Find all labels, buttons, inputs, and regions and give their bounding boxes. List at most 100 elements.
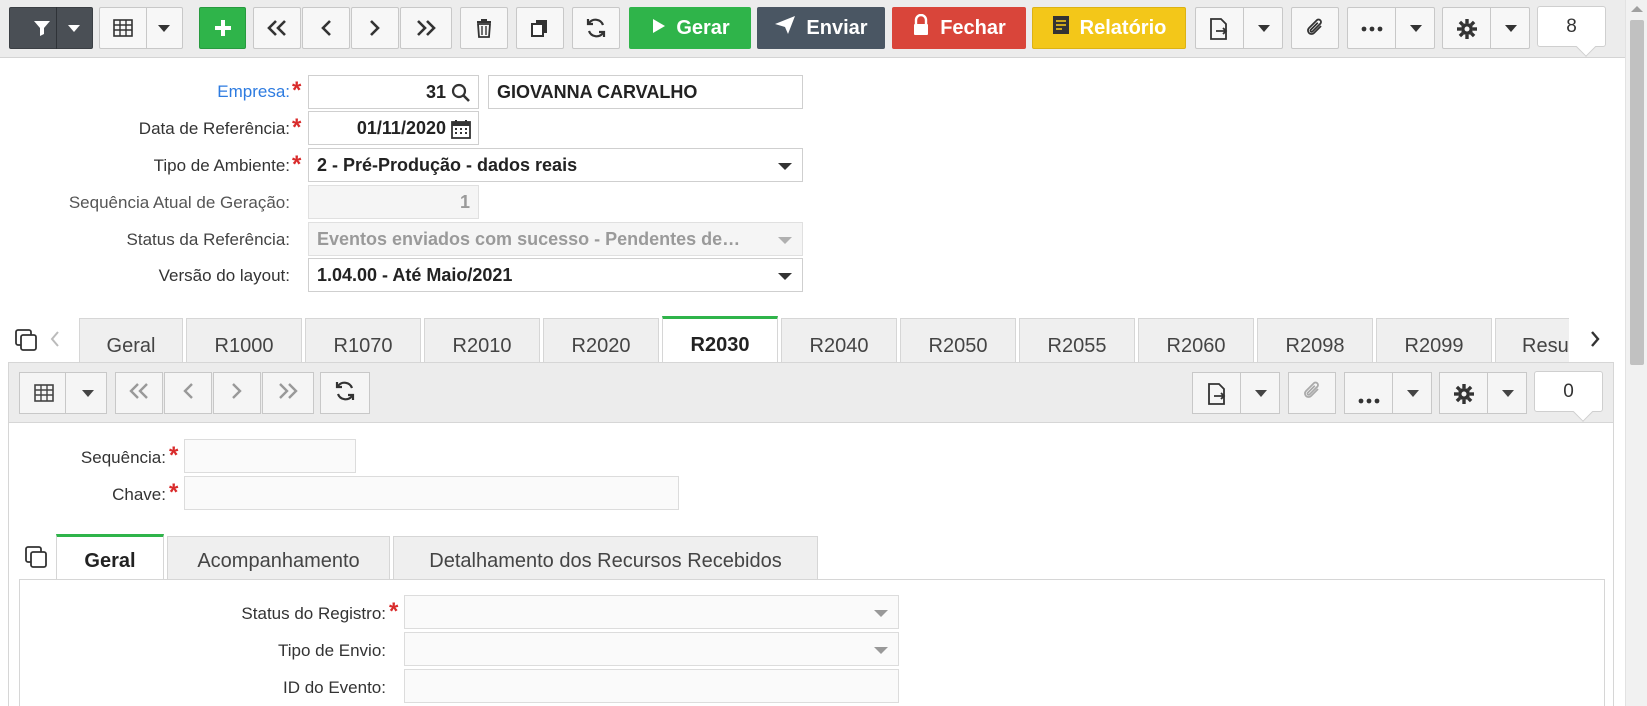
- detail-first-button[interactable]: [115, 372, 163, 414]
- required-mark: *: [389, 598, 399, 625]
- tab-r2010[interactable]: R2010: [424, 318, 540, 363]
- id-evento-field[interactable]: [404, 669, 899, 703]
- chevron-down-icon: [158, 24, 170, 32]
- tab-resumo[interactable]: Resu: [1495, 318, 1569, 363]
- refresh-button[interactable]: [572, 7, 620, 49]
- detail-next-button[interactable]: [213, 372, 261, 414]
- detail-export-button[interactable]: [1192, 372, 1280, 414]
- status-referencia-select: Eventos enviados com sucesso - Pendentes…: [308, 222, 803, 256]
- file-export-icon: [1209, 18, 1229, 40]
- chevron-right-icon: [368, 19, 382, 37]
- versao-layout-select[interactable]: 1.04.00 - Até Maio/2021: [308, 258, 803, 292]
- tab-r2099[interactable]: R2099: [1376, 318, 1492, 363]
- attachment-button[interactable]: [1291, 7, 1339, 49]
- more-options-button[interactable]: [1347, 7, 1435, 49]
- data-referencia-value: 01/11/2020: [356, 117, 446, 138]
- chevron-down-icon: [68, 24, 80, 32]
- empresa-code-field[interactable]: 31: [308, 75, 479, 109]
- record-count: 8: [1537, 6, 1606, 57]
- tipo-envio-select[interactable]: [404, 632, 899, 666]
- settings-button[interactable]: [1442, 7, 1530, 49]
- chave-label: Chave:: [112, 485, 166, 504]
- tipo-envio-label: Tipo de Envio:: [277, 641, 386, 660]
- detail-previous-button[interactable]: [164, 372, 212, 414]
- gear-icon: [1456, 18, 1478, 40]
- copy-icon[interactable]: [24, 545, 48, 574]
- enviar-button[interactable]: Enviar: [757, 7, 885, 49]
- empresa-code-value: 31: [425, 81, 446, 102]
- filter-button[interactable]: [9, 7, 93, 49]
- ellipsis-icon: [1358, 391, 1380, 409]
- chevron-down-icon: [1258, 24, 1270, 32]
- tab-r2060[interactable]: R2060: [1138, 318, 1254, 363]
- export-button[interactable]: [1195, 7, 1283, 49]
- tab-r2055[interactable]: R2055: [1019, 318, 1135, 363]
- first-record-button[interactable]: [253, 7, 301, 49]
- report-icon: [1052, 15, 1070, 41]
- tab-scroll-left-icon[interactable]: [49, 330, 61, 353]
- gerar-label: Gerar: [676, 16, 730, 39]
- status-registro-select[interactable]: [404, 595, 899, 629]
- inner-tab-acompanhamento[interactable]: Acompanhamento: [167, 536, 390, 580]
- tipo-ambiente-select[interactable]: 2 - Pré-Produção - dados reais: [308, 148, 803, 182]
- detail-last-button[interactable]: [262, 372, 314, 414]
- required-mark: *: [169, 479, 179, 506]
- inner-tab-geral[interactable]: Geral: [56, 534, 164, 580]
- detail-record-count-value: 0: [1563, 380, 1574, 402]
- tab-r2098[interactable]: R2098: [1257, 318, 1373, 363]
- sequencia-atual-value: 1: [459, 191, 470, 212]
- enviar-label: Enviar: [806, 16, 868, 39]
- plus-icon: [213, 18, 233, 38]
- table-icon: [113, 19, 133, 37]
- inner-tab-detalhamento[interactable]: Detalhamento dos Recursos Recebidos: [393, 536, 818, 580]
- chevron-down-icon: [1502, 389, 1514, 397]
- detail-settings-button[interactable]: [1439, 372, 1527, 414]
- chevron-down-icon: [874, 647, 888, 654]
- relatorio-label: Relatório: [1079, 16, 1167, 39]
- relatorio-button[interactable]: Relatório: [1032, 7, 1186, 49]
- detail-grid-view-button[interactable]: [19, 372, 107, 414]
- search-icon[interactable]: [451, 83, 471, 108]
- detail-more-options-button[interactable]: [1344, 372, 1432, 414]
- tab-r2020[interactable]: R2020: [543, 318, 659, 363]
- tab-scroll-right-icon[interactable]: [1589, 330, 1601, 353]
- lock-icon: [912, 13, 930, 42]
- chave-field[interactable]: [184, 476, 679, 510]
- gerar-button[interactable]: Gerar: [629, 7, 751, 49]
- scrollbar-thumb[interactable]: [1630, 20, 1644, 365]
- calendar-icon[interactable]: [451, 119, 471, 144]
- required-mark: *: [292, 151, 302, 178]
- next-record-button[interactable]: [351, 7, 399, 49]
- status-registro-label: Status do Registro:: [241, 604, 386, 623]
- sequencia-field[interactable]: [184, 439, 356, 473]
- data-referencia-label: Data de Referência:: [138, 119, 290, 138]
- chevron-down-icon: [778, 237, 792, 244]
- tipo-ambiente-label: Tipo de Ambiente:: [153, 156, 290, 175]
- refresh-icon: [334, 380, 356, 407]
- tipo-ambiente-value: 2 - Pré-Produção - dados reais: [317, 154, 578, 175]
- sequencia-atual-label: Sequência Atual de Geração:: [68, 193, 290, 212]
- detail-attachment-button[interactable]: [1288, 372, 1336, 414]
- tab-r2040[interactable]: R2040: [781, 318, 897, 363]
- detail-refresh-button[interactable]: [320, 372, 370, 414]
- tab-r1000[interactable]: R1000: [186, 318, 302, 363]
- empresa-name-field: GIOVANNA CARVALHO: [488, 75, 803, 109]
- grid-view-button[interactable]: [99, 7, 183, 49]
- add-button[interactable]: [199, 7, 246, 49]
- scroll-up-icon[interactable]: [1631, 6, 1643, 12]
- fechar-button[interactable]: Fechar: [892, 7, 1026, 49]
- copy-button[interactable]: [516, 7, 564, 49]
- copy-icon[interactable]: [14, 328, 38, 357]
- tab-r2030[interactable]: R2030: [662, 316, 778, 362]
- delete-button[interactable]: [460, 7, 508, 49]
- last-record-button[interactable]: [400, 7, 452, 49]
- tab-r2050[interactable]: R2050: [900, 318, 1016, 363]
- previous-record-button[interactable]: [302, 7, 350, 49]
- paperclip-icon: [1304, 17, 1326, 39]
- tab-r1070[interactable]: R1070: [305, 318, 421, 363]
- status-referencia-label: Status da Referência:: [126, 230, 290, 249]
- tab-geral[interactable]: Geral: [79, 318, 183, 363]
- page-scrollbar[interactable]: [1625, 0, 1647, 706]
- empresa-label[interactable]: Empresa:: [150, 82, 290, 102]
- data-referencia-field[interactable]: 01/11/2020: [308, 111, 479, 145]
